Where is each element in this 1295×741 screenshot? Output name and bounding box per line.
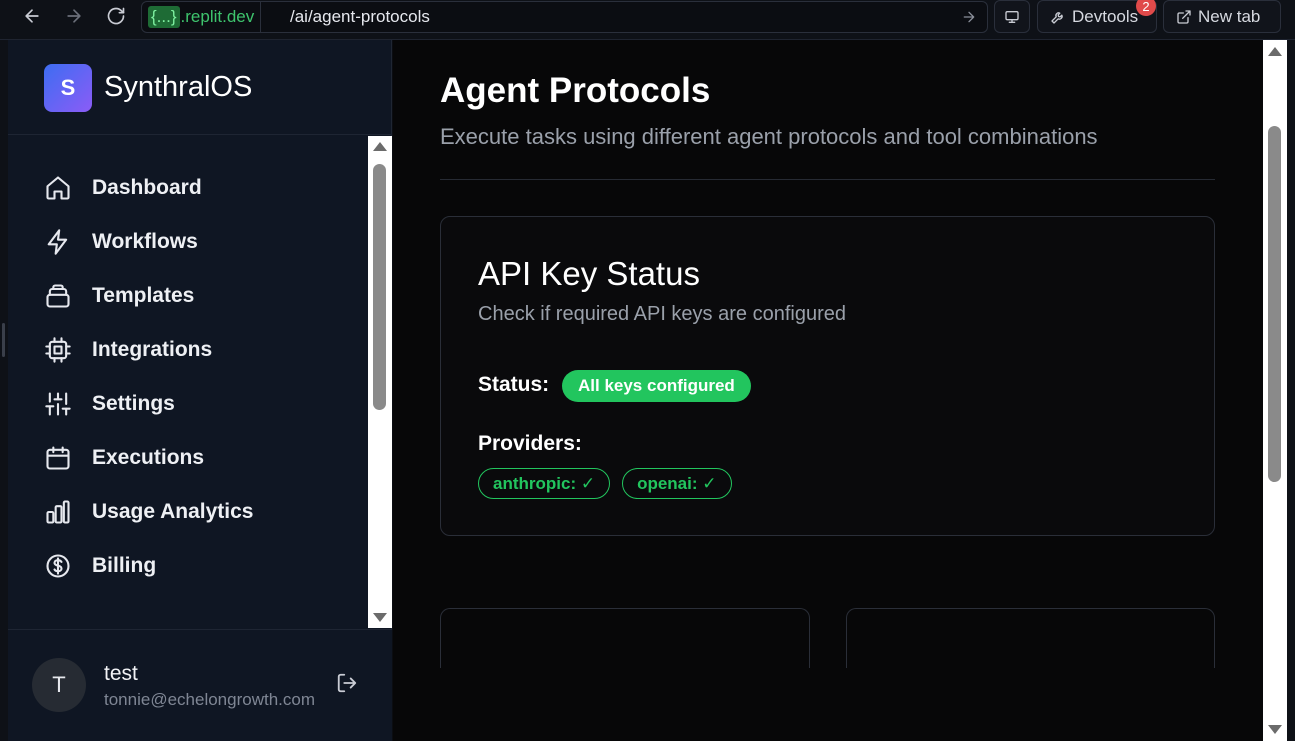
- arrow-right-icon: [67, 9, 81, 23]
- arrow-left-icon: [25, 9, 39, 23]
- sidebar-nav: Dashboard Workflows Templates Integratio…: [8, 136, 368, 628]
- page-title: Agent Protocols: [440, 71, 711, 110]
- new-tab-button[interactable]: New tab: [1163, 0, 1281, 33]
- right-gutter: [1287, 40, 1295, 741]
- providers-label: Providers:: [478, 432, 582, 455]
- logo: S: [44, 64, 92, 112]
- sidebar-item-label: Workflows: [92, 230, 198, 253]
- provider-badge-openai: openai: ✓: [622, 468, 732, 499]
- provider-badge-anthropic: anthropic: ✓: [478, 468, 611, 499]
- devtools-label: Devtools: [1072, 6, 1139, 26]
- sidebar-item-workflows[interactable]: Workflows: [44, 222, 344, 262]
- dollar-circle-icon: [46, 554, 70, 578]
- main-scrollbar[interactable]: [1263, 40, 1287, 741]
- reload-icon: [107, 7, 125, 25]
- sidebar-item-settings[interactable]: Settings: [44, 384, 344, 424]
- monitor-icon: [1005, 10, 1019, 23]
- browser-toolbar: {...} .replit.dev /ai/agent-protocols De…: [0, 0, 1295, 40]
- sidebar-item-label: Usage Analytics: [92, 500, 254, 523]
- status-badge: All keys configured: [562, 370, 751, 402]
- scroll-down-arrow[interactable]: [373, 613, 387, 622]
- main-content: Agent Protocols Execute tasks using diff…: [393, 40, 1263, 741]
- sidebar: S SynthralOS Dashboard Workflows Templat…: [8, 40, 392, 741]
- url-host-domain: .replit.dev: [180, 7, 255, 26]
- external-link-icon: [1177, 9, 1191, 24]
- sidebar-item-label: Templates: [92, 284, 195, 307]
- sidebar-item-label: Integrations: [92, 338, 213, 361]
- address-bar[interactable]: {...} .replit.dev /ai/agent-protocols: [141, 1, 988, 33]
- sidebar-item-label: Settings: [92, 392, 175, 415]
- scroll-thumb[interactable]: [373, 164, 386, 410]
- sidebar-item-executions[interactable]: Executions: [44, 438, 344, 478]
- screen-button[interactable]: [994, 0, 1030, 33]
- scroll-down-arrow[interactable]: [1268, 725, 1282, 734]
- logout-icon: [337, 673, 357, 693]
- protocol-card-left: [440, 608, 810, 668]
- sidebar-item-label: Billing: [92, 554, 157, 577]
- brand-header: S SynthralOS: [8, 40, 392, 135]
- page-subtitle: Execute tasks using different agent prot…: [440, 124, 1098, 149]
- header-divider: [440, 179, 1215, 180]
- url-path[interactable]: /ai/agent-protocols: [290, 2, 430, 32]
- card-title: API Key Status: [478, 255, 700, 292]
- url-host-braces: {...}: [148, 6, 180, 28]
- sidebar-item-templates[interactable]: Templates: [44, 276, 344, 316]
- home-icon: [46, 176, 70, 200]
- user-name: test: [104, 662, 138, 685]
- providers-list: anthropic: ✓ openai: ✓: [478, 468, 732, 499]
- scroll-up-arrow[interactable]: [373, 142, 387, 151]
- sidebar-item-integrations[interactable]: Integrations: [44, 330, 344, 370]
- card-subtitle: Check if required API keys are configure…: [478, 303, 846, 325]
- brand-name: SynthralOS: [104, 71, 253, 103]
- avatar[interactable]: T: [32, 658, 86, 712]
- sliders-icon: [45, 392, 71, 416]
- scroll-thumb[interactable]: [1268, 126, 1281, 482]
- left-gutter: [0, 40, 8, 741]
- go-button[interactable]: [961, 9, 977, 25]
- sidebar-item-dashboard[interactable]: Dashboard: [44, 168, 344, 208]
- sidebar-item-usage-analytics[interactable]: Usage Analytics: [44, 492, 344, 532]
- layers-icon: [46, 284, 70, 308]
- resize-handle[interactable]: [2, 323, 5, 357]
- calendar-icon: [46, 446, 70, 470]
- wrench-icon: [1051, 11, 1063, 24]
- protocol-card-right: [846, 608, 1215, 668]
- sidebar-item-label: Dashboard: [92, 176, 202, 199]
- scroll-up-arrow[interactable]: [1268, 47, 1282, 56]
- new-tab-label: New tab: [1198, 6, 1261, 26]
- forward-button[interactable]: [60, 5, 88, 27]
- status-label: Status:: [478, 373, 550, 396]
- api-key-status-card: API Key Status Check if required API key…: [440, 216, 1215, 536]
- cpu-icon: [45, 337, 71, 363]
- logout-button[interactable]: [336, 672, 360, 696]
- arrow-right-icon: [963, 11, 975, 23]
- bar-chart-icon: [46, 500, 70, 524]
- reload-button[interactable]: [102, 5, 130, 27]
- user-profile: T test tonnie@echelongrowth.com: [8, 629, 392, 741]
- user-email: tonnie@echelongrowth.com: [104, 690, 315, 709]
- zap-icon: [47, 229, 68, 255]
- sidebar-item-billing[interactable]: Billing: [44, 546, 344, 586]
- back-button[interactable]: [18, 5, 46, 27]
- url-host: {...} .replit.dev: [142, 2, 262, 32]
- sidebar-scrollbar[interactable]: [368, 136, 392, 628]
- sidebar-item-label: Executions: [92, 446, 205, 469]
